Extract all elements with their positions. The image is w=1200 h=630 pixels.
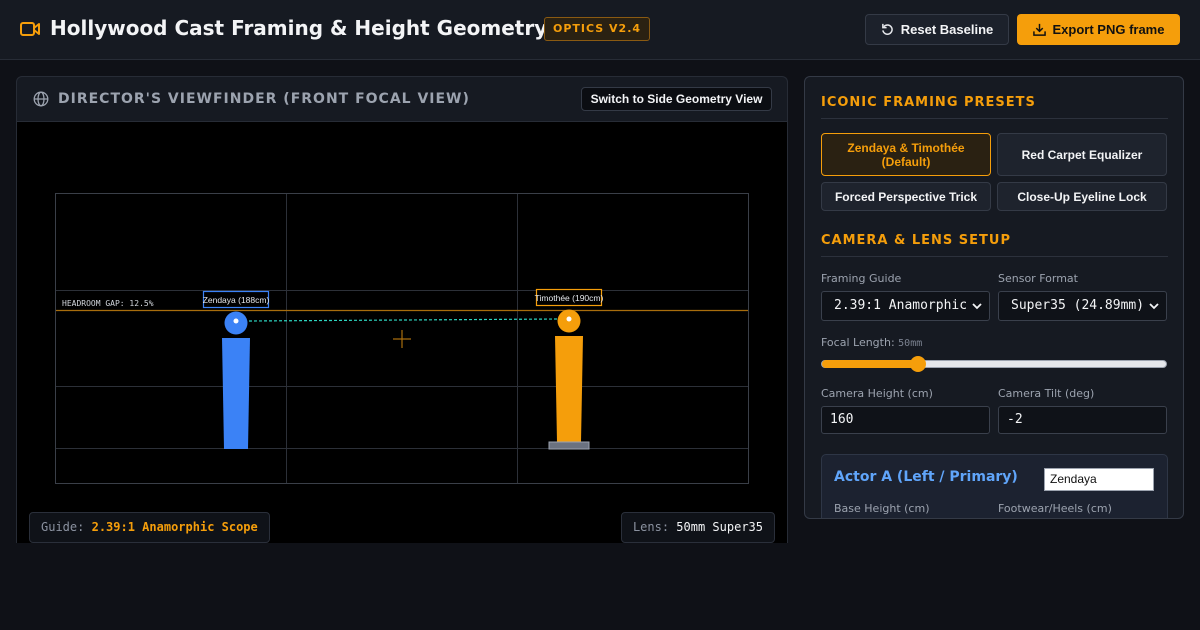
reset-baseline-button[interactable]: Reset Baseline xyxy=(865,14,1009,45)
presets-title: ICONIC FRAMING PRESETS xyxy=(821,95,1036,110)
chevron-down-icon xyxy=(1149,303,1159,310)
footwear-label: Footwear/Heels (cm) xyxy=(998,502,1112,515)
actor-a-figure[interactable] xyxy=(222,311,250,450)
guide-readout-key: Guide: xyxy=(41,520,85,534)
preset-red-carpet-equalizer[interactable]: Red Carpet Equalizer xyxy=(997,133,1167,176)
lens-readout: Lens: 50mm Super35 xyxy=(620,512,775,543)
actor-b-figure[interactable] xyxy=(548,309,590,450)
framing-guide-select[interactable]: 2.39:1 Anamorphic xyxy=(821,291,990,321)
center-crosshair xyxy=(393,330,411,348)
sensor-format-value: Super35 (24.89mm) xyxy=(1011,298,1145,313)
version-badge: OPTICS V2.4 xyxy=(544,17,651,41)
actor-a-eye-marker xyxy=(233,318,239,324)
app-title: Hollywood Cast Framing & Height Geometry… xyxy=(50,16,595,40)
lens-readout-value: 50mm Super35 xyxy=(676,520,763,534)
viewfinder-canvas: HEADROOM GAP: 12.5% Zendaya (188cm) Timo… xyxy=(17,122,787,543)
focal-length-thumb[interactable] xyxy=(910,356,927,372)
viewfinder-scene: HEADROOM GAP: 12.5% Zendaya (188cm) Timo… xyxy=(55,193,749,484)
globe-icon xyxy=(33,91,49,107)
guide-readout: Guide: 2.39:1 Anamorphic Scope xyxy=(29,512,270,543)
focal-length-label: Focal Length: 50mm xyxy=(821,336,922,349)
framing-guide-label: Framing Guide xyxy=(821,272,902,285)
camera-setup-title: CAMERA & LENS SETUP xyxy=(821,233,1012,248)
lens-readout-key: Lens: xyxy=(632,520,670,534)
app-header: Hollywood Cast Framing & Height Geometry… xyxy=(0,0,1200,60)
camera-divider xyxy=(821,256,1168,257)
actor-b-tag: Timothée (190cm) xyxy=(535,293,604,303)
preset-close-up-eyeline[interactable]: Close-Up Eyeline Lock xyxy=(997,182,1167,211)
camera-tilt-label: Camera Tilt (deg) xyxy=(998,387,1095,400)
export-png-button[interactable]: Export PNG frame xyxy=(1017,14,1180,45)
camera-tilt-input[interactable]: -2 xyxy=(998,406,1167,434)
reset-baseline-label: Reset Baseline xyxy=(900,22,994,37)
focal-length-fill xyxy=(822,360,919,368)
preset-zendaya-timothee[interactable]: Zendaya & Timothée (Default) xyxy=(821,133,991,176)
export-png-label: Export PNG frame xyxy=(1052,22,1165,37)
reset-icon xyxy=(881,23,893,35)
download-icon xyxy=(1032,23,1046,36)
camera-height-label: Camera Height (cm) xyxy=(821,387,933,400)
preset-forced-perspective[interactable]: Forced Perspective Trick xyxy=(821,182,991,211)
actor-a-tag: Zendaya (188cm) xyxy=(203,295,270,305)
actor-b-body xyxy=(555,336,583,442)
video-camera-icon xyxy=(20,22,40,36)
actor-a-card: Actor A (Left / Primary) Zendaya Base He… xyxy=(821,454,1168,518)
framing-guide-value: 2.39:1 Anamorphic xyxy=(834,298,968,313)
actor-a-title: Actor A (Left / Primary) xyxy=(834,469,1018,485)
viewfinder-header: DIRECTOR'S VIEWFINDER (FRONT FOCAL VIEW)… xyxy=(17,77,787,122)
eyeline-link xyxy=(248,318,559,322)
actor-a-name-input[interactable]: Zendaya xyxy=(1044,468,1154,491)
actor-b-apple-box xyxy=(548,441,590,450)
switch-view-button[interactable]: Switch to Side Geometry View xyxy=(581,87,772,111)
actor-a-body xyxy=(222,338,250,449)
viewfinder-title: DIRECTOR'S VIEWFINDER (FRONT FOCAL VIEW) xyxy=(58,91,470,107)
focal-length-value: 50mm xyxy=(898,338,923,349)
sensor-format-select[interactable]: Super35 (24.89mm) xyxy=(998,291,1167,321)
viewfinder-panel: DIRECTOR'S VIEWFINDER (FRONT FOCAL VIEW)… xyxy=(16,76,788,543)
controls-panel: ICONIC FRAMING PRESETS Zendaya & Timothé… xyxy=(804,76,1184,519)
presets-divider xyxy=(821,118,1168,119)
focal-length-label-text: Focal Length: xyxy=(821,336,895,349)
focal-length-slider[interactable] xyxy=(821,356,1167,372)
camera-height-input[interactable]: 160 xyxy=(821,406,990,434)
base-height-label: Base Height (cm) xyxy=(834,502,930,515)
actor-b-eye-marker xyxy=(566,316,572,322)
sensor-format-label: Sensor Format xyxy=(998,272,1078,285)
headroom-gap-label: HEADROOM GAP: 12.5% xyxy=(62,299,154,308)
chevron-down-icon xyxy=(972,303,982,310)
guide-readout-value: 2.39:1 Anamorphic Scope xyxy=(91,520,258,534)
